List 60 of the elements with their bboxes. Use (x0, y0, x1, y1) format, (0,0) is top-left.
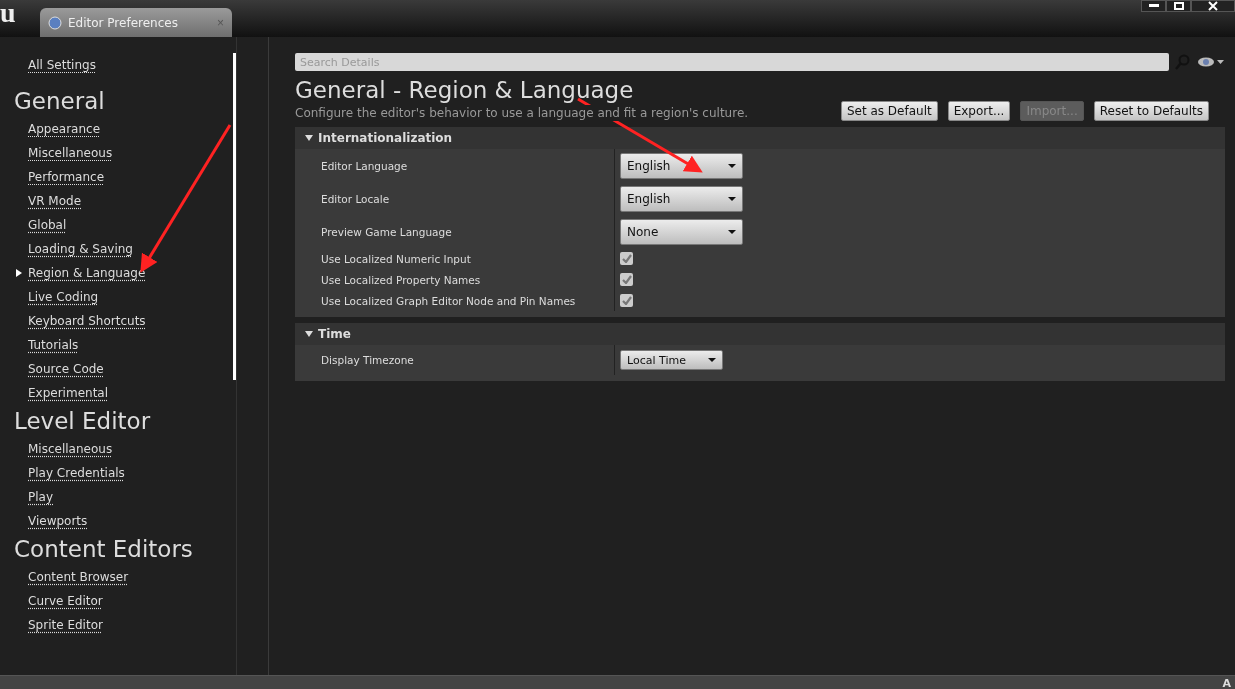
globe-icon (48, 15, 62, 30)
dropdown[interactable]: English (620, 152, 743, 179)
maximize-icon (1173, 2, 1184, 10)
settings-link[interactable]: Loading & Saving (28, 237, 133, 261)
settings-link[interactable]: Keyboard Shortcuts (28, 309, 146, 333)
settings-link[interactable]: Play Credentials (28, 461, 125, 485)
settings-link[interactable]: Experimental (28, 381, 109, 405)
category-header[interactable]: Time (295, 323, 1225, 345)
settings-link[interactable]: Curve Editor (28, 589, 103, 613)
settings-link[interactable]: Miscellaneous (28, 437, 113, 461)
settings-link[interactable]: Content Browser (28, 565, 129, 589)
checkbox[interactable] (620, 252, 633, 265)
category-header[interactable]: Internationalization (295, 127, 1225, 149)
section-heading: General (14, 87, 106, 116)
close-button[interactable] (1191, 0, 1235, 12)
page-title: General - Region & Language (295, 77, 635, 103)
minimize-button[interactable] (1141, 0, 1166, 12)
tab-title: Editor Preferences (68, 15, 179, 30)
settings-link[interactable]: Viewports (28, 509, 88, 533)
section-heading: Level Editor (14, 407, 152, 436)
dropdown[interactable]: Local Time (620, 350, 723, 370)
settings-link[interactable]: Sprite Editor (28, 613, 103, 637)
expand-arrow-icon[interactable] (305, 135, 313, 141)
settings-link[interactable]: Region & Language (28, 261, 146, 285)
status-text: A (1222, 676, 1231, 689)
eye-icon[interactable] (1197, 56, 1225, 68)
toolbar-button[interactable]: Export... (947, 101, 1011, 121)
settings-link[interactable]: Play (28, 485, 54, 509)
toolbar-button[interactable]: Reset to Defaults (1093, 101, 1209, 121)
dropdown[interactable]: English (620, 185, 743, 212)
minimize-icon (1148, 4, 1159, 8)
app-logo: u (0, 0, 16, 30)
settings-link[interactable]: Performance (28, 165, 105, 189)
search-field[interactable]: Search Details (295, 53, 1169, 71)
property-label: Editor Language (295, 149, 615, 182)
property-label: Use Localized Graph Editor Node and Pin Names (295, 290, 615, 311)
property-label: Editor Locale (295, 182, 615, 215)
close-icon (1208, 1, 1218, 11)
settings-link[interactable]: VR Mode (28, 189, 82, 213)
settings-link[interactable]: Appearance (28, 117, 101, 141)
settings-link[interactable]: Miscellaneous (28, 141, 113, 165)
settings-link[interactable]: Live Coding (28, 285, 99, 309)
settings-link[interactable]: Tutorials (28, 333, 79, 357)
dropdown[interactable]: None (620, 218, 743, 245)
expand-arrow-icon[interactable] (305, 331, 313, 337)
maximize-button[interactable] (1166, 0, 1191, 12)
settings-link[interactable]: Source Code (28, 357, 104, 381)
category-title: Time (318, 327, 351, 341)
toolbar-button[interactable]: Set as Default (840, 101, 938, 121)
checkbox[interactable] (620, 294, 633, 307)
property-label: Preview Game Language (295, 215, 615, 248)
property-label: Display Timezone (295, 345, 615, 375)
category-title: Internationalization (318, 131, 453, 145)
page-description: Configure the editor's behavior to use a language and fit a region's culture. (295, 105, 749, 121)
property-label: Use Localized Numeric Input (295, 248, 615, 269)
property-label: Use Localized Property Names (295, 269, 615, 290)
all-settings-link[interactable]: All Settings (28, 53, 96, 77)
settings-link[interactable]: Global (28, 213, 67, 237)
section-heading: Content Editors (14, 535, 194, 564)
checkbox[interactable] (620, 273, 633, 286)
